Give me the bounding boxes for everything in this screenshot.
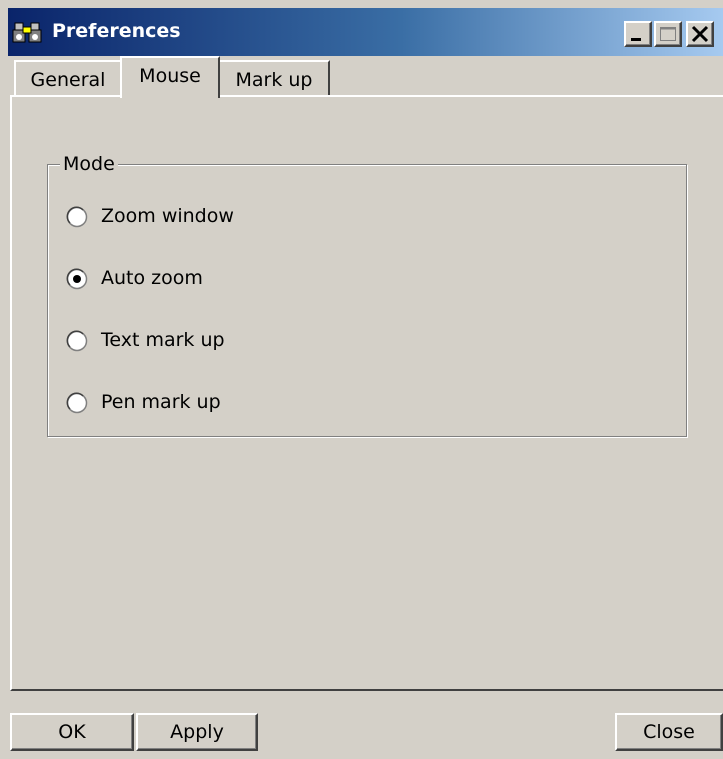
preferences-window: Preferences General Mark up Mouse Mode Z… — [0, 0, 723, 759]
radio-button-checked-icon[interactable] — [66, 268, 88, 290]
tab-mark-up-label: Mark up — [235, 69, 313, 91]
binoculars-icon — [12, 20, 46, 44]
radio-button-icon[interactable] — [66, 206, 88, 228]
close-button-label: Close — [643, 721, 695, 743]
close-window-button[interactable] — [686, 21, 714, 47]
tab-general[interactable]: General — [14, 60, 122, 96]
title-bar[interactable]: Preferences — [8, 8, 723, 56]
tab-general-label: General — [30, 69, 106, 91]
maximize-button[interactable] — [654, 21, 682, 47]
apply-button-label: Apply — [170, 721, 224, 743]
radio-zoom-window-label: Zoom window — [101, 205, 234, 227]
tab-mouse[interactable]: Mouse — [120, 56, 220, 98]
mode-group-legend: Mode — [60, 152, 118, 176]
window-title: Preferences — [52, 20, 181, 42]
radio-text-mark-up-label: Text mark up — [101, 329, 225, 351]
apply-button[interactable]: Apply — [136, 713, 258, 751]
ok-button-label: OK — [58, 721, 86, 743]
ok-button[interactable]: OK — [10, 713, 134, 751]
tab-mark-up[interactable]: Mark up — [218, 60, 330, 96]
minimize-button[interactable] — [624, 21, 652, 47]
radio-button-icon[interactable] — [66, 392, 88, 414]
tab-mouse-label: Mouse — [139, 65, 201, 87]
close-button[interactable]: Close — [615, 713, 723, 751]
radio-auto-zoom-label: Auto zoom — [101, 267, 203, 289]
radio-pen-mark-up-label: Pen mark up — [101, 391, 221, 413]
radio-button-icon[interactable] — [66, 330, 88, 352]
